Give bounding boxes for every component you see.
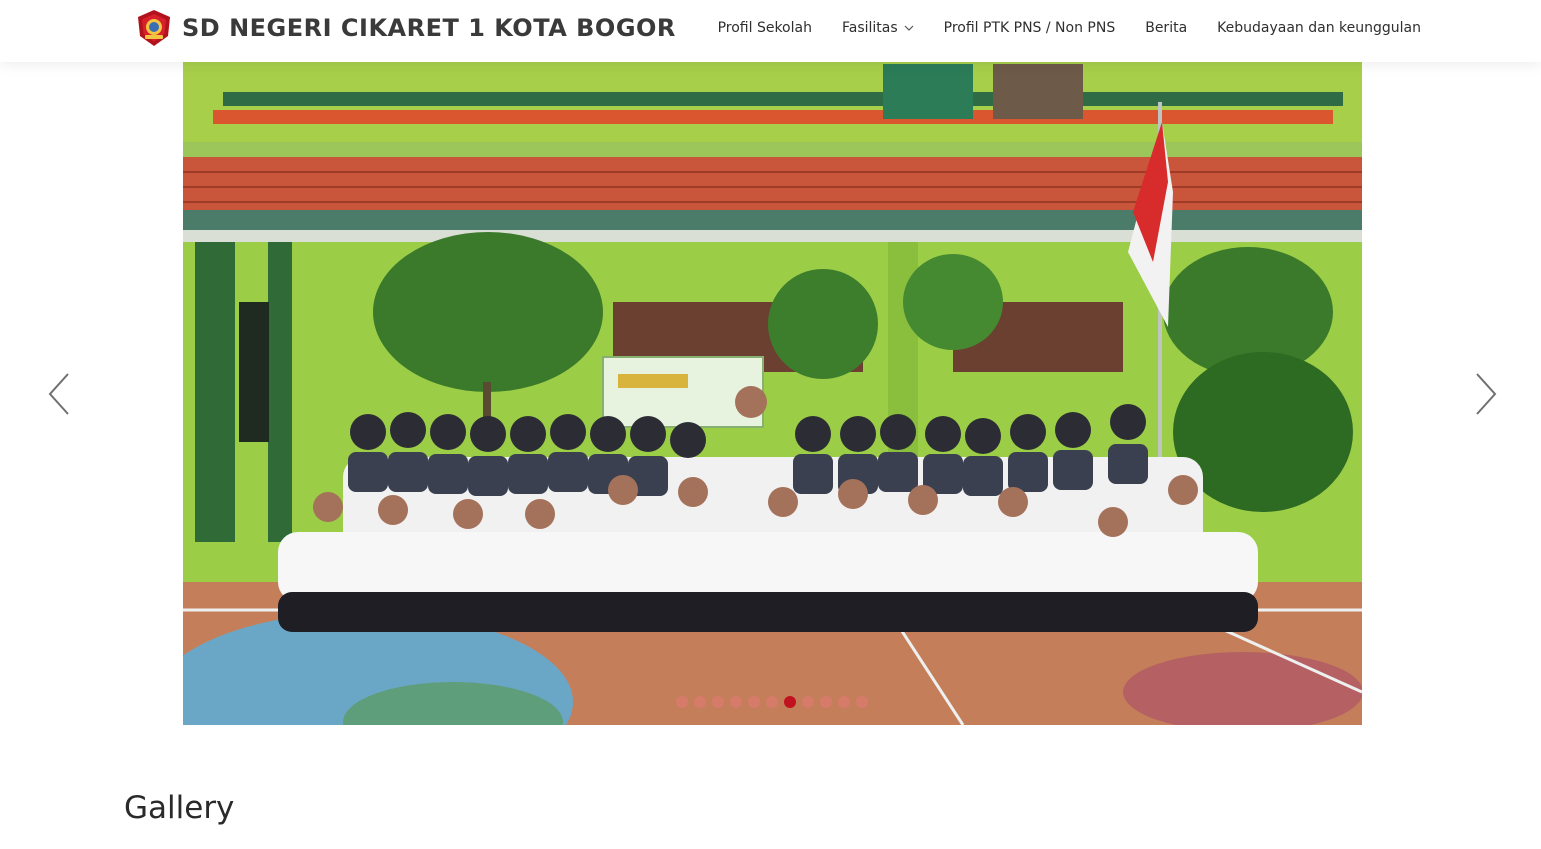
brand-title: SD NEGERI CIKARET 1 KOTA BOGOR [182, 14, 676, 42]
carousel-indicator-dot[interactable] [694, 696, 706, 708]
chevron-down-icon [904, 25, 914, 31]
carousel-indicator-dot[interactable] [784, 696, 796, 708]
main-nav: Profil Sekolah Fasilitas Profil PTK PNS … [688, 0, 1421, 56]
chevron-left-icon [48, 373, 69, 415]
chevron-right-icon [1476, 373, 1497, 415]
hero-carousel [0, 62, 1541, 725]
nav-label: Berita [1145, 20, 1188, 36]
nav-profil-sekolah[interactable]: Profil Sekolah [718, 20, 812, 36]
brand[interactable]: SD NEGERI CIKARET 1 KOTA BOGOR [134, 8, 676, 48]
carousel-indicator-dot[interactable] [766, 696, 778, 708]
site-header: SD NEGERI CIKARET 1 KOTA BOGOR Profil Se… [0, 0, 1541, 62]
carousel-indicator-dot[interactable] [676, 696, 688, 708]
carousel-indicator-dot[interactable] [748, 696, 760, 708]
carousel-prev-button[interactable] [44, 372, 74, 416]
gallery-heading: Gallery [124, 790, 235, 826]
carousel-indicator-dot[interactable] [712, 696, 724, 708]
carousel-slide [183, 62, 1362, 725]
carousel-indicator-dot[interactable] [730, 696, 742, 708]
nav-label: Kebudayaan dan keunggulan [1217, 20, 1421, 36]
carousel-indicator-dot[interactable] [802, 696, 814, 708]
group-photo-image [183, 62, 1362, 725]
nav-label: Fasilitas [841, 20, 898, 36]
carousel-indicator-dot[interactable] [820, 696, 832, 708]
carousel-next-button[interactable] [1471, 372, 1501, 416]
nav-berita[interactable]: Berita [1145, 20, 1187, 36]
carousel-indicator-dot[interactable] [838, 696, 850, 708]
nav-label: Profil PTK PNS / Non PNS [943, 20, 1116, 36]
nav-kebudayaan[interactable]: Kebudayaan dan keunggulan [1217, 20, 1421, 36]
school-crest-icon [138, 10, 170, 46]
nav-fasilitas[interactable]: Fasilitas [842, 20, 914, 36]
nav-profil-ptk[interactable]: Profil PTK PNS / Non PNS [944, 20, 1116, 36]
carousel-indicators [676, 696, 874, 708]
carousel-indicator-dot[interactable] [856, 696, 868, 708]
nav-label: Profil Sekolah [717, 20, 812, 36]
